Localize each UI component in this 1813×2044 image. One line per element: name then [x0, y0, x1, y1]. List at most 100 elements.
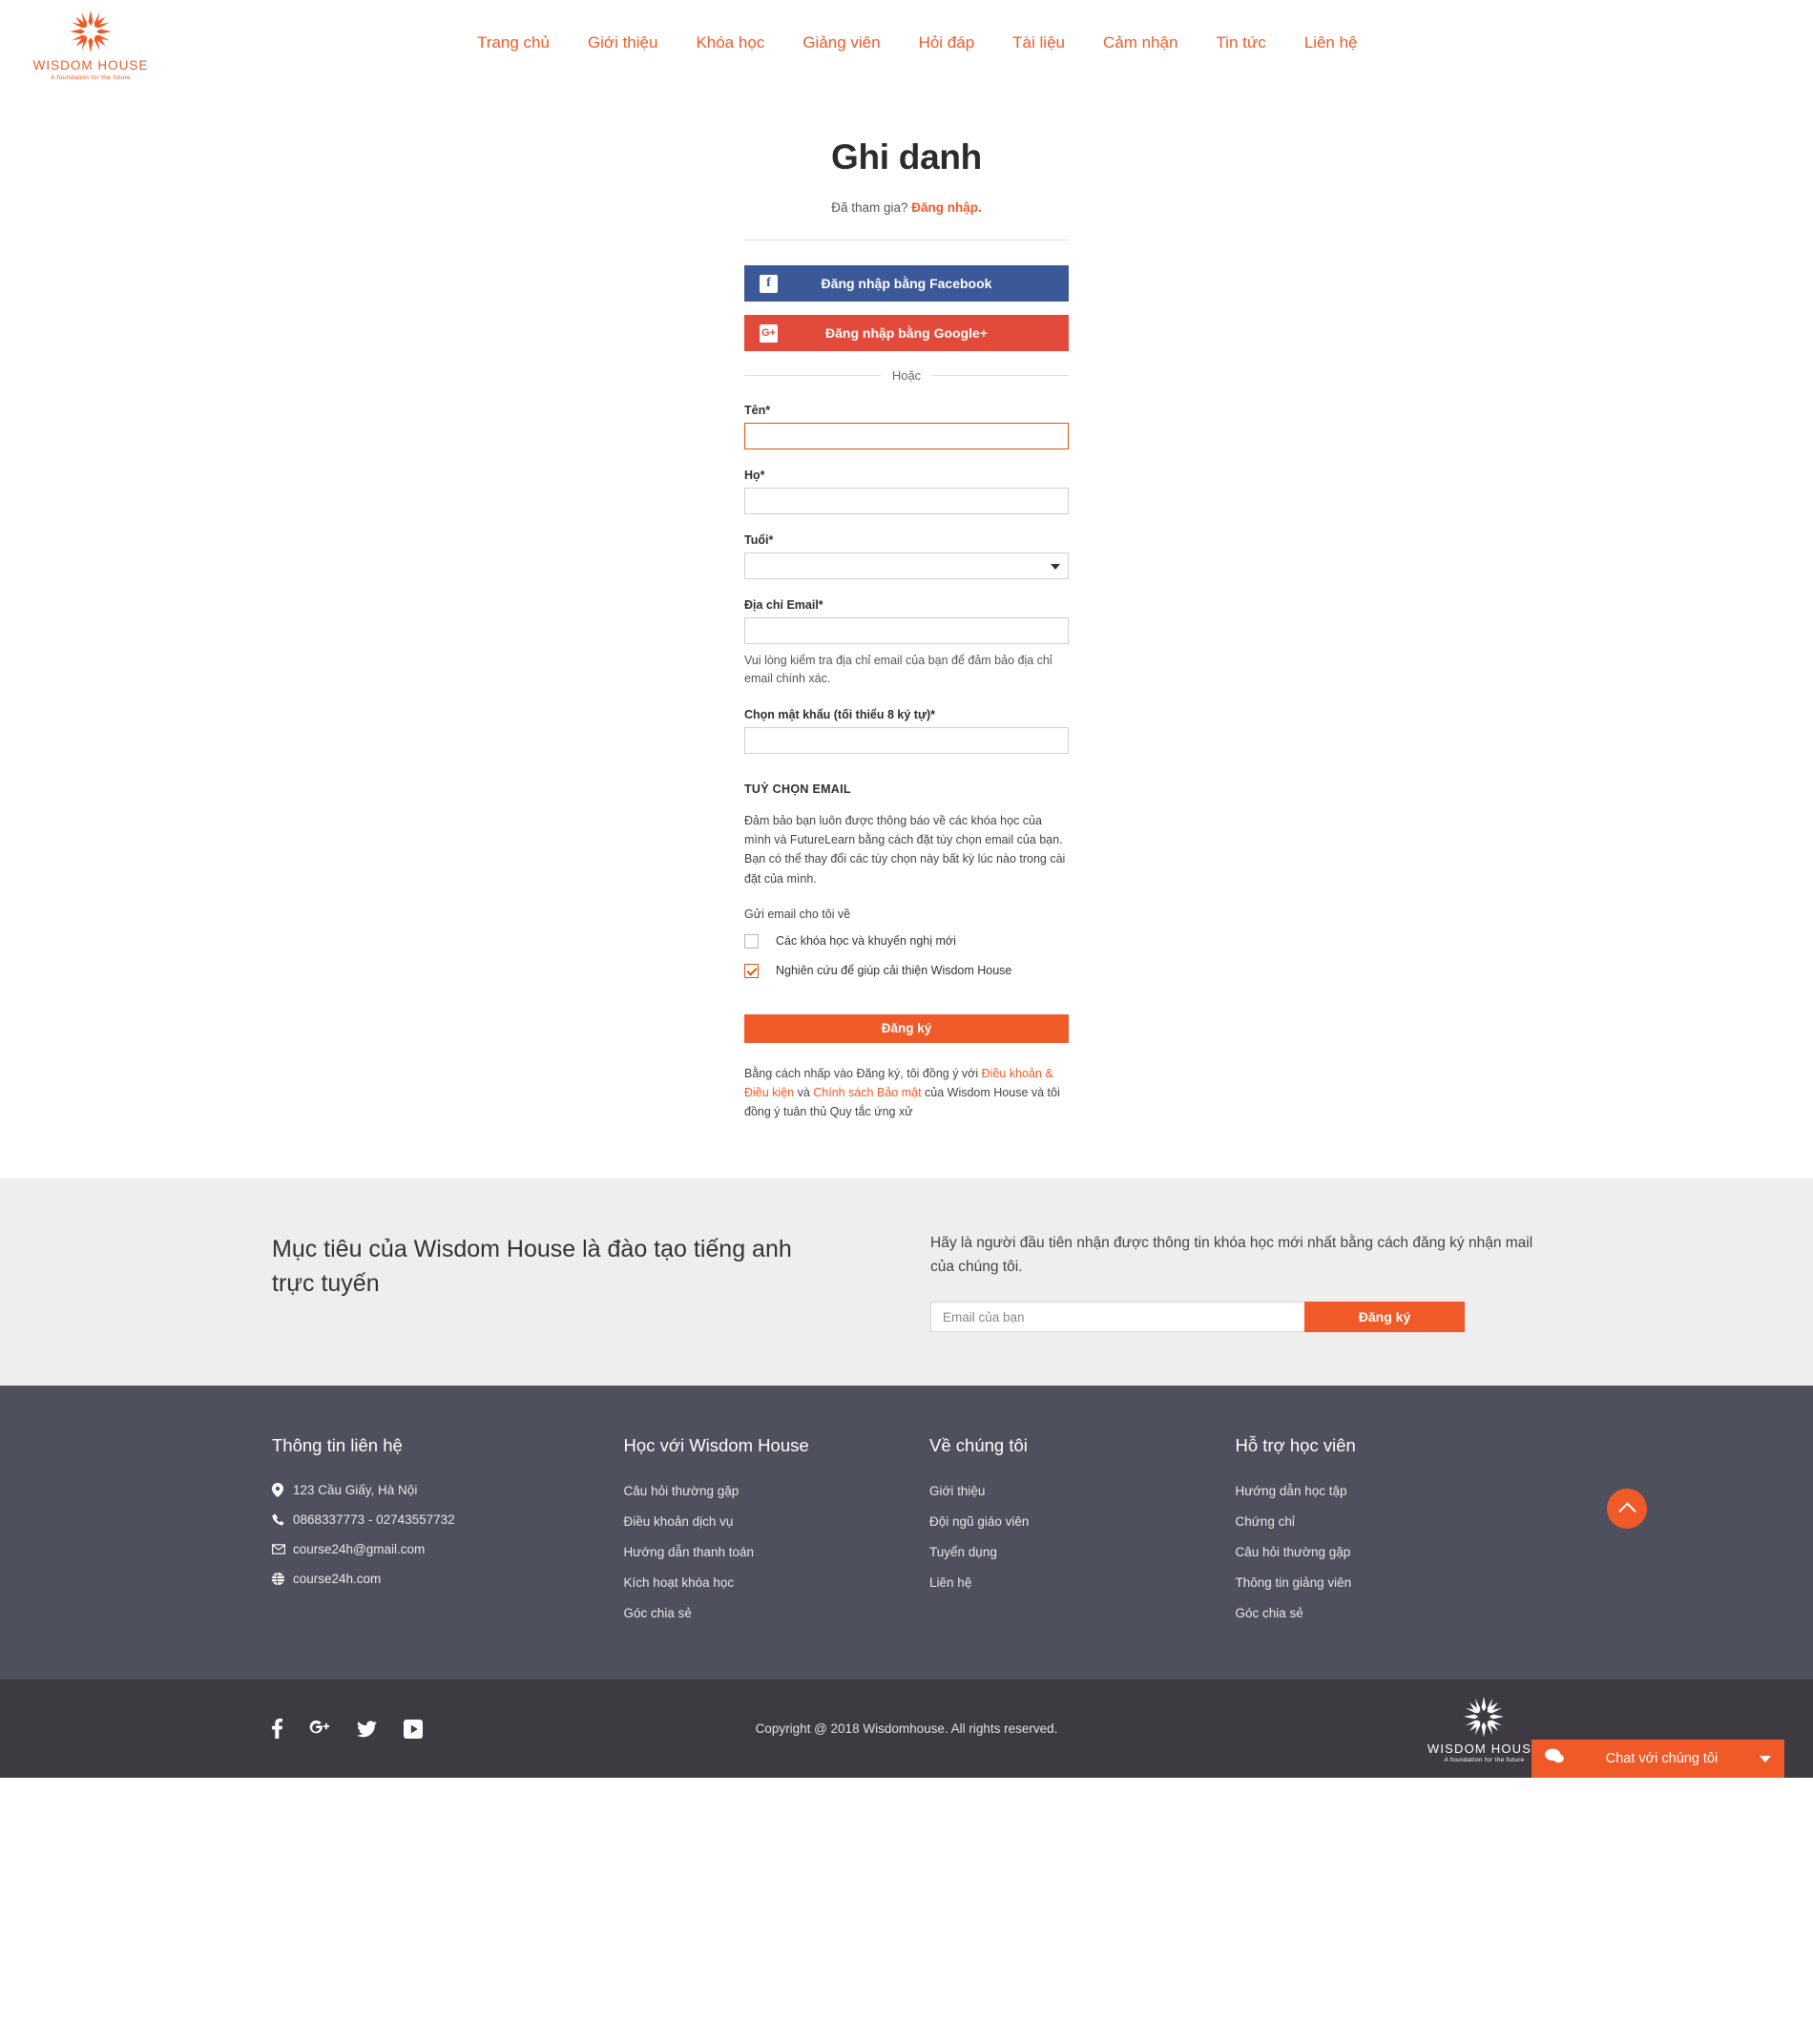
footer-logo-name: WISDOM HOUSE [1427, 1742, 1541, 1757]
list-item: Thông tin giảng viên [1236, 1575, 1541, 1592]
chat-widget[interactable]: Chat với chúng tôi [1532, 1740, 1784, 1779]
newsletter-subscribe-button[interactable]: Đăng ký [1304, 1302, 1465, 1333]
site-logo[interactable]: WISDOM HOUSE A foundation for the future [0, 0, 153, 81]
logo-name: WISDOM HOUSE [32, 58, 149, 73]
email-input[interactable] [744, 617, 1069, 644]
first-name-input[interactable] [744, 423, 1069, 449]
globe-icon [272, 1573, 293, 1586]
facebook-login-label: Đăng nhập bằng Facebook [821, 276, 992, 291]
footer-about-list: Giới thiệu Đội ngũ giáo viên Tuyển dụng … [929, 1483, 1235, 1592]
footer-link-study-guide[interactable]: Hướng dẫn học tập [1236, 1484, 1347, 1498]
nav-item-lien-he[interactable]: Liên hệ [1285, 33, 1377, 52]
email-label: Địa chỉ Email* [744, 598, 823, 612]
last-name-label: Họ* [744, 469, 765, 482]
list-item: Hướng dẫn học tập [1236, 1483, 1541, 1500]
youtube-icon[interactable] [404, 1719, 423, 1739]
list-item: Hướng dẫn thanh toán [624, 1544, 929, 1561]
password-input[interactable] [744, 726, 1069, 754]
twitter-icon[interactable] [357, 1721, 377, 1738]
contact-website: course24h.com [272, 1572, 624, 1586]
checkbox-row-courses[interactable]: Các khóa học và khuyến nghị mới [744, 933, 1069, 949]
checkbox-new-courses-label[interactable]: Các khóa học và khuyến nghị mới [776, 934, 956, 948]
checkbox-row-research[interactable]: Nghiên cứu để giúp cải thiện Wisdom Hous… [744, 963, 1069, 978]
register-submit-button[interactable]: Đăng ký [744, 1013, 1069, 1043]
google-login-label: Đăng nhập bằng Google+ [825, 325, 988, 341]
password-field-group: Chọn mật khẩu (tối thiểu 8 ký tự)* [744, 708, 1069, 754]
wisdom-house-starburst-icon [1464, 1697, 1505, 1738]
newsletter-email-input[interactable] [930, 1302, 1304, 1333]
or-divider: Hoặc [744, 368, 1069, 383]
terms-prefix: Bằng cách nhấp vào Đăng ký, tôi đồng ý v… [744, 1066, 982, 1080]
footer-support-list: Hướng dẫn học tập Chứng chỉ Câu hỏi thườ… [1236, 1483, 1541, 1622]
footer-column-support: Hỗ trợ học viên Hướng dẫn học tập Chứng … [1236, 1435, 1541, 1636]
already-member-text: Đã tham gia? [831, 200, 908, 215]
contact-phone: 0868337773 - 02743557732 [272, 1512, 624, 1527]
list-item: Điều khoản dịch vụ [624, 1513, 929, 1531]
footer-about-title: Về chúng tôi [929, 1435, 1028, 1456]
nav-item-khoa-hoc[interactable]: Khóa học [677, 33, 783, 52]
nav-item-giang-vien[interactable]: Giảng viên [783, 33, 899, 52]
email-options-send-label: Gửi email cho tôi về [744, 907, 851, 921]
list-item: Câu hỏi thường gặp [1236, 1544, 1541, 1561]
footer-link-certificate[interactable]: Chứng chỉ [1236, 1514, 1295, 1529]
footer-link-introduction[interactable]: Giới thiệu [929, 1484, 985, 1498]
nav-item-hoi-dap[interactable]: Hỏi đáp [900, 33, 994, 52]
list-item: Giới thiệu [929, 1483, 1235, 1500]
contact-phone-text: 0868337773 - 02743557732 [293, 1512, 455, 1528]
footer-bottom-bar: Copyright @ 2018 Wisdomhouse. All rights… [0, 1679, 1813, 1779]
logo-tagline: A foundation for the future [51, 74, 131, 81]
footer-link-recruitment[interactable]: Tuyển dụng [929, 1545, 997, 1559]
login-link[interactable]: Đăng nhập. [911, 200, 982, 215]
nav-item-trang-chu[interactable]: Trang chủ [458, 33, 569, 52]
nav-item-cam-nhan[interactable]: Cảm nhận [1084, 33, 1197, 52]
nav-item-tai-lieu[interactable]: Tài liệu [993, 33, 1084, 52]
footer-column-learn: Học với Wisdom House Câu hỏi thường gặp … [624, 1435, 929, 1636]
chat-bubble-icon [1545, 1748, 1564, 1769]
footer-link-teachers[interactable]: Đội ngũ giáo viên [929, 1514, 1029, 1529]
checkbox-research[interactable] [744, 963, 759, 978]
contact-email: course24h@gmail.com [272, 1542, 624, 1556]
google-plus-icon[interactable] [309, 1719, 330, 1739]
footer-logo-tagline: A foundation for the future [1444, 1757, 1525, 1764]
list-item: Góc chia sẻ [624, 1605, 929, 1622]
facebook-icon[interactable] [272, 1719, 282, 1740]
last-name-field-group: Họ* [744, 469, 1069, 514]
footer-link-lecturer-info[interactable]: Thông tin giảng viên [1236, 1575, 1352, 1590]
terms-text: Bằng cách nhấp vào Đăng ký, tôi đồng ý v… [744, 1064, 1069, 1121]
terms-mid: và [794, 1085, 814, 1099]
google-plus-icon: G+ [760, 323, 778, 343]
email-options-paragraph: Đảm bảo bạn luôn được thông báo về các k… [744, 813, 1066, 886]
footer-link-faq[interactable]: Câu hỏi thường gặp [624, 1484, 740, 1498]
list-item: Đội ngũ giáo viên [929, 1513, 1235, 1531]
last-name-input[interactable] [744, 488, 1069, 514]
contact-website-text: course24h.com [293, 1572, 382, 1587]
back-to-top-button[interactable] [1607, 1489, 1647, 1530]
checkbox-new-courses[interactable] [744, 933, 759, 949]
newsletter-left: Mục tiêu của Wisdom House là đào tạo tiế… [272, 1232, 883, 1302]
contact-email-text: course24h@gmail.com [293, 1542, 426, 1557]
age-select[interactable] [744, 553, 1069, 579]
facebook-login-button[interactable]: f Đăng nhập bằng Facebook [744, 265, 1069, 302]
newsletter-container: Mục tiêu của Wisdom House là đào tạo tiế… [272, 1232, 1541, 1333]
footer-link-share-corner[interactable]: Góc chia sẻ [624, 1606, 692, 1620]
checkbox-research-label[interactable]: Nghiên cứu để giúp cải thiện Wisdom Hous… [776, 964, 1011, 977]
footer-link-activate-course[interactable]: Kích hoạt khóa học [624, 1575, 735, 1590]
footer-link-support-share[interactable]: Góc chia sẻ [1236, 1606, 1303, 1620]
or-label: Hoặc [891, 368, 922, 383]
footer-link-contact[interactable]: Liên hệ [929, 1575, 971, 1590]
nav-item-gioi-thieu[interactable]: Giới thiệu [569, 33, 677, 52]
nav-item-tin-tuc[interactable]: Tin tức [1197, 33, 1284, 52]
footer-link-payment-guide[interactable]: Hướng dẫn thanh toán [624, 1545, 755, 1559]
privacy-policy-link[interactable]: Chính sách Bảo mật [813, 1086, 921, 1099]
age-select-wrapper [744, 553, 1069, 579]
footer-link-terms-service[interactable]: Điều khoản dịch vụ [624, 1514, 734, 1529]
newsletter-heading: Mục tiêu của Wisdom House là đào tạo tiế… [272, 1235, 792, 1297]
location-pin-icon [272, 1483, 293, 1498]
contact-address: 123 Cầu Giấy, Hà Nội [272, 1483, 624, 1498]
footer-learn-title: Học với Wisdom House [623, 1435, 809, 1456]
already-member-line: Đã tham gia? Đăng nhập. [744, 200, 1069, 215]
footer-contact-title: Thông tin liên hệ [272, 1435, 403, 1456]
google-login-button[interactable]: G+ Đăng nhập bằng Google+ [744, 315, 1069, 351]
footer-logo: WISDOM HOUSE A foundation for the future [1427, 1694, 1541, 1763]
footer-link-support-faq[interactable]: Câu hỏi thường gặp [1236, 1545, 1351, 1559]
